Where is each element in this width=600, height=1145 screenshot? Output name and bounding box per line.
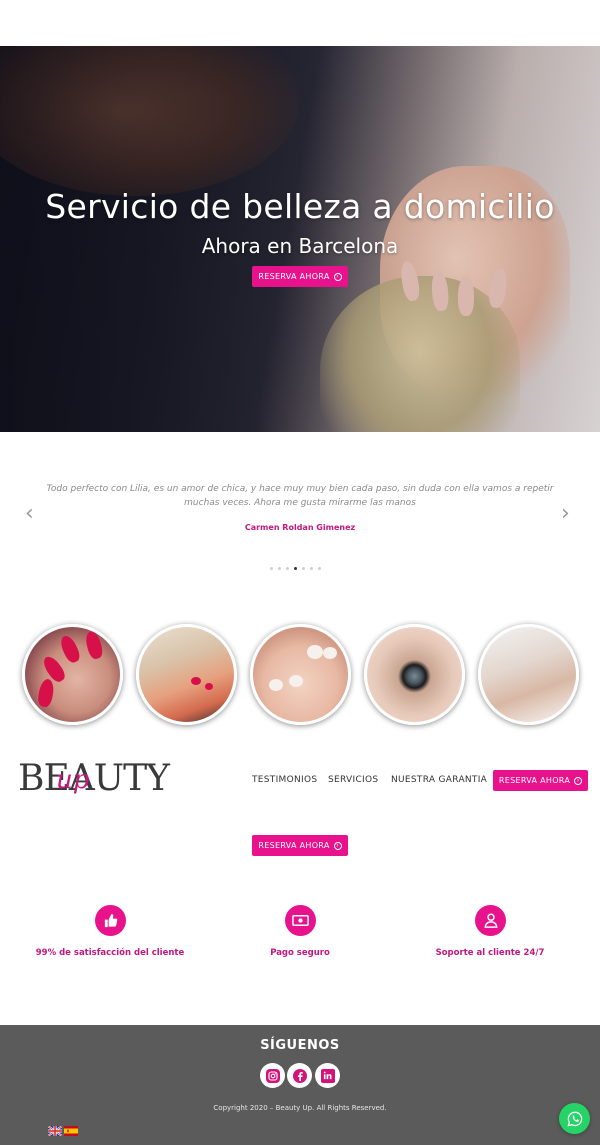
arrow-circle-icon: › xyxy=(333,841,342,850)
whatsapp-icon xyxy=(566,1111,582,1127)
language-switcher xyxy=(48,1126,78,1136)
footer-follow-title: SÍGUENOS xyxy=(260,1038,340,1053)
testimonial-author: Carmen Roldan Gimenez xyxy=(244,523,356,532)
service-waxing-image[interactable] xyxy=(478,624,579,725)
english-flag-icon[interactable] xyxy=(48,1126,62,1136)
instagram-icon[interactable] xyxy=(260,1063,285,1088)
nav-reserve-label: RESERVA AHORA xyxy=(498,776,571,785)
mid-reserve-button[interactable]: RESERVA AHORA › xyxy=(252,835,348,856)
slider-dot[interactable] xyxy=(302,567,305,570)
nav-servicios[interactable]: SERVICIOS xyxy=(328,775,378,785)
service-pedicure-image[interactable] xyxy=(136,624,237,725)
service-eyelash-image[interactable] xyxy=(364,624,465,725)
feature-payment-label: Pago seguro xyxy=(270,948,330,958)
feature-support-label: Soporte al cliente 24/7 xyxy=(435,948,545,958)
slider-dot[interactable] xyxy=(278,567,281,570)
whatsapp-button[interactable] xyxy=(559,1103,590,1134)
feature-satisfaction-label: 99% de satisfacción del cliente xyxy=(35,948,185,958)
nav-testimonios[interactable]: TESTIMONIOS xyxy=(252,775,317,785)
linkedin-icon[interactable] xyxy=(315,1063,340,1088)
facebook-icon[interactable] xyxy=(287,1063,312,1088)
user-icon xyxy=(475,905,506,936)
slider-dot[interactable] xyxy=(286,567,289,570)
hero-reserve-label: RESERVA AHORA xyxy=(258,272,330,281)
beauty-up-logo[interactable]: BEAUTY up xyxy=(18,758,170,800)
spanish-flag-icon[interactable] xyxy=(64,1126,78,1136)
thumbs-up-icon xyxy=(95,905,126,936)
hero-title: Servicio de belleza a domicilio xyxy=(45,187,555,226)
chevron-left-icon[interactable]: ‹ xyxy=(25,503,34,525)
hero-reserve-button[interactable]: RESERVA AHORA › xyxy=(252,266,348,287)
hero-subtitle: Ahora en Barcelona xyxy=(201,234,399,258)
arrow-circle-icon: › xyxy=(574,776,583,785)
service-french-pedicure-image[interactable] xyxy=(250,624,351,725)
footer-copyright: Copyright 2020 – Beauty Up. All Rights R… xyxy=(213,1104,387,1112)
slider-dot[interactable] xyxy=(270,567,273,570)
slider-dot[interactable] xyxy=(310,567,313,570)
slider-dot-active[interactable] xyxy=(294,567,297,570)
mid-reserve-label: RESERVA AHORA xyxy=(258,841,330,850)
slider-dots xyxy=(270,567,321,570)
testimonial-quote: Todo perfecto con Lilia, es un amor de c… xyxy=(46,484,554,508)
service-manicure-image[interactable] xyxy=(22,624,123,725)
money-bill-icon xyxy=(285,905,316,936)
slider-dot[interactable] xyxy=(318,567,321,570)
chevron-right-icon[interactable]: › xyxy=(561,503,570,525)
nav-nuestra-garantia[interactable]: NUESTRA GARANTIA xyxy=(391,775,487,785)
arrow-circle-icon: › xyxy=(333,272,342,281)
nav-reserve-button[interactable]: RESERVA AHORA › xyxy=(493,770,588,791)
